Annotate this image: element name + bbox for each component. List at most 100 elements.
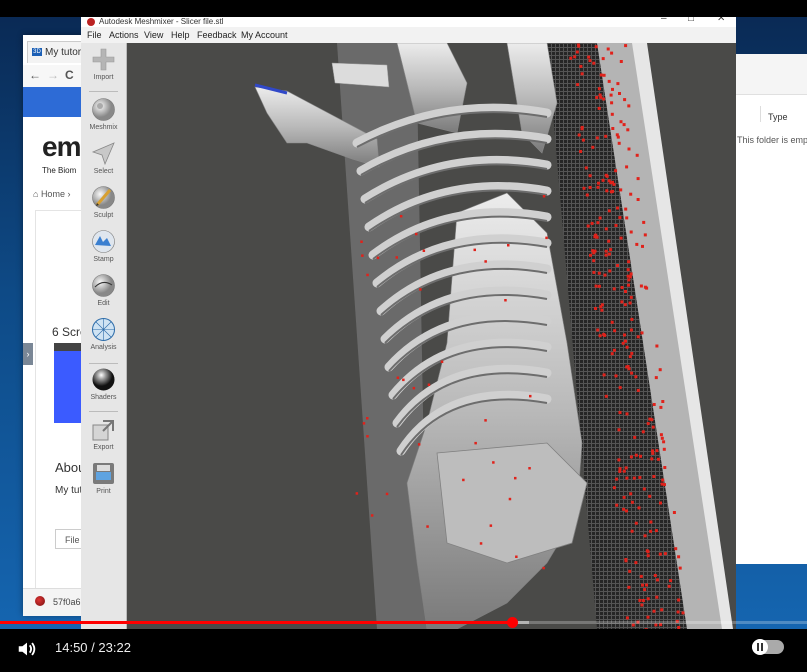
support-marker [577,44,581,48]
support-marker [612,348,616,352]
video-progress-bar[interactable] [0,617,807,628]
home-icon[interactable]: ⌂ [33,189,41,199]
side-expand-button[interactable]: › [23,343,33,365]
sculpt-icon [92,186,115,209]
support-marker [634,375,638,379]
support-marker [637,506,641,510]
support-marker [653,574,657,577]
support-marker [625,165,629,169]
tool-import[interactable]: Import [81,47,126,91]
support-marker [573,55,577,59]
export-icon [92,420,114,441]
tool-stamp[interactable]: Stamp [81,229,126,273]
minimize-button[interactable]: – [661,17,667,24]
tool-sidebar: Import Meshmix Select Sculpt Stamp Edit … [81,43,127,629]
pelvis-bone [436,442,588,564]
menu-file[interactable]: File [87,30,102,40]
support-marker [610,190,613,194]
meshmixer-window[interactable]: Autodesk Meshmixer - Slicer file.stl – □… [81,17,736,629]
support-marker [597,87,601,91]
support-marker [586,224,590,228]
support-marker [504,299,507,302]
duration: 23:22 [98,640,131,655]
tool-label: Edit [97,300,110,307]
menu-my-account[interactable]: My Account [241,30,288,40]
volume-icon[interactable] [16,638,38,660]
support-marker [419,288,422,291]
breadcrumb-home[interactable]: Home [41,189,65,199]
played-bar [0,621,513,624]
support-marker [440,360,444,363]
support-marker [473,248,476,252]
type-column-header[interactable]: Type [768,112,788,122]
support-marker [426,525,429,528]
support-marker [656,457,660,461]
support-marker [605,174,609,178]
support-marker [628,355,632,359]
tool-edit[interactable]: Edit [81,273,126,317]
support-marker [599,73,603,77]
support-marker [507,244,510,247]
download-file-name[interactable]: 57f0a6 [53,597,81,607]
support-marker [612,287,616,291]
site-tagline: The Biom [42,166,77,175]
3d-viewport[interactable] [127,42,736,629]
tool-select[interactable]: Select [81,141,126,185]
menu-view[interactable]: View [144,30,163,40]
support-marker [603,273,607,277]
support-marker [602,332,606,336]
support-marker [624,207,628,211]
tool-shaders[interactable]: Shaders [81,367,126,411]
support-marker [629,295,633,299]
refresh-icon[interactable]: C [65,68,74,82]
maximize-button[interactable]: □ [688,17,694,24]
tool-meshmix[interactable]: Meshmix [81,97,126,141]
support-marker [515,555,518,558]
support-marker [611,87,614,91]
forward-icon[interactable]: → [47,68,59,82]
support-marker [628,569,632,573]
support-marker [655,344,659,348]
support-marker [580,127,584,131]
support-marker [395,256,398,259]
browser-tab-title: My tutor [45,47,82,58]
support-marker [678,566,682,570]
autoplay-toggle-icon[interactable] [752,639,784,655]
support-marker [630,351,634,355]
support-marker [611,127,615,130]
site-logo[interactable]: em [42,131,81,163]
support-marker [545,236,548,240]
close-button[interactable]: ✕ [717,17,725,24]
tool-print[interactable]: Print [81,461,126,505]
time-separator: / [91,640,95,655]
support-marker [614,169,618,173]
menu-feedback[interactable]: Feedback [197,30,237,40]
tool-analysis[interactable]: Analysis [81,317,126,361]
menu-actions[interactable]: Actions [109,30,139,40]
support-marker [602,373,606,377]
support-marker [417,443,421,446]
tool-label: Export [93,444,114,451]
tool-export[interactable]: Export [81,417,126,461]
support-marker [385,492,389,496]
support-marker [643,233,647,237]
support-marker [492,461,495,464]
file-explorer-window[interactable]: Type This folder is empty. [736,54,807,564]
back-icon[interactable]: ← [29,68,41,82]
support-marker [602,97,606,101]
support-marker [577,133,581,137]
support-marker [648,494,652,498]
support-marker [643,534,647,538]
support-marker [610,101,614,105]
skeleton-model[interactable] [127,42,736,629]
support-marker [360,240,363,243]
support-marker [598,93,602,97]
tool-sculpt[interactable]: Sculpt [81,185,126,229]
support-marker [659,405,663,409]
menu-help[interactable]: Help [171,30,190,40]
support-marker [594,233,598,237]
support-marker [661,478,665,482]
support-marker [629,492,633,496]
support-marker [596,221,600,225]
support-marker [643,588,647,592]
